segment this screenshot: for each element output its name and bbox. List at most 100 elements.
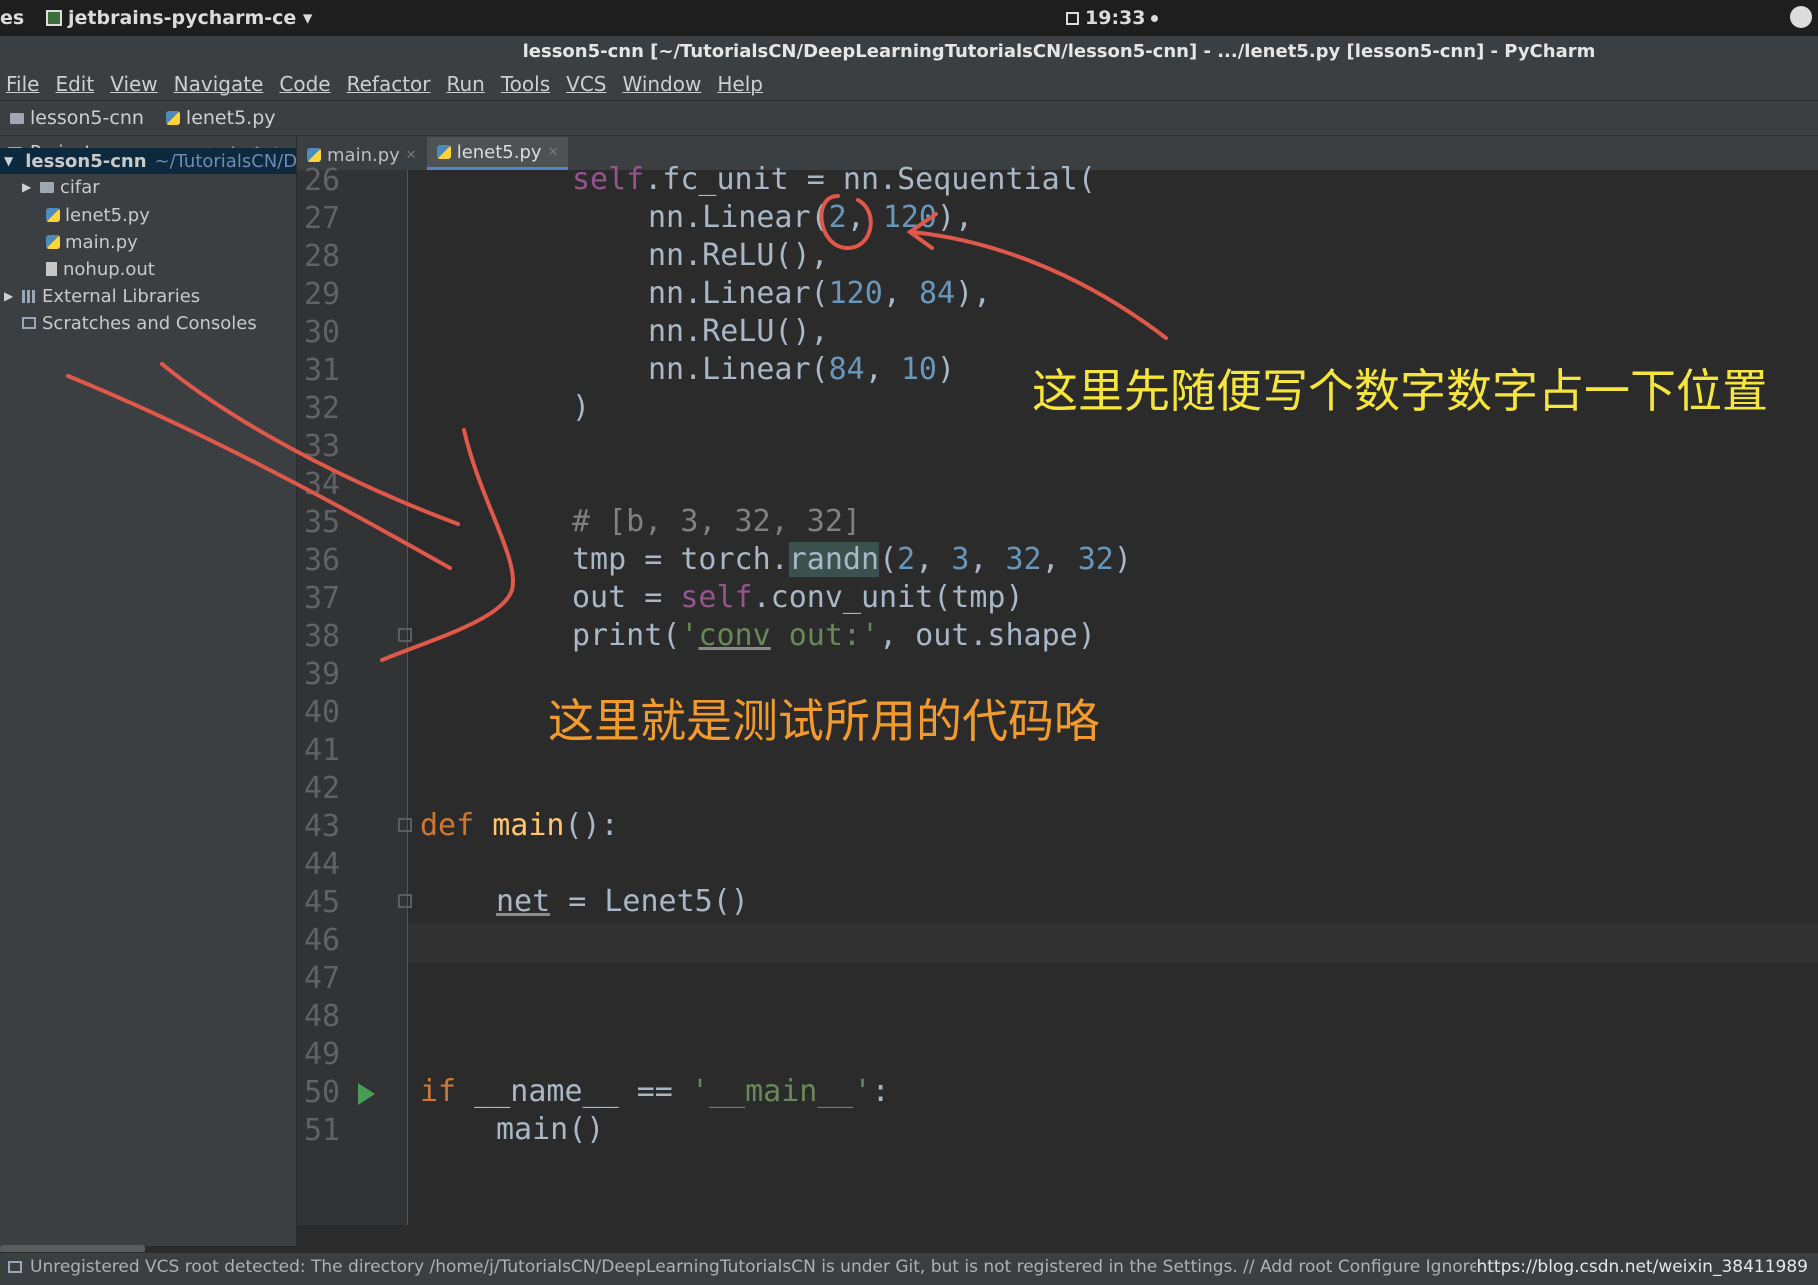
line-number: 42 [304,771,341,806]
fold-marker-icon[interactable] [398,628,412,642]
code-line-29: nn.Linear(120, 84), [648,276,992,311]
tree-item-lenet5[interactable]: lenet5.py [46,202,150,228]
code-line-32: ) [572,390,591,425]
python-file-icon [307,148,321,162]
window-title: lesson5-cnn [~/TutorialsCN/DeepLearningT… [0,36,1818,68]
folder-icon [40,181,54,193]
line-number: 50 [304,1075,341,1110]
event-log-icon[interactable] [8,1261,22,1273]
menu-bar: File Edit View Navigate Code Refactor Ru… [0,68,1818,101]
close-icon[interactable]: ✕ [406,148,417,163]
line-number: 44 [304,847,341,882]
tree-item-external-libraries[interactable]: ▶ External Libraries [4,283,200,309]
collapsed-arrow-icon[interactable]: ▶ [4,289,16,303]
status-message[interactable]: Unregistered VCS root detected: The dire… [30,1257,1503,1277]
menu-navigate[interactable]: Navigate [174,72,264,96]
line-number: 34 [304,467,341,502]
line-number: 27 [304,201,341,236]
line-number: 39 [304,657,341,692]
tree-item-root[interactable]: ▼ lesson5-cnn ~/TutorialsCN/D [0,148,298,174]
line-number: 43 [304,809,341,844]
line-number: 48 [304,999,341,1034]
tree-item-scratches[interactable]: Scratches and Consoles [22,310,257,336]
breadcrumb-project[interactable]: lesson5-cnn [10,107,144,129]
tree-item-label: main.py [65,231,138,253]
line-number: 30 [304,315,341,350]
code-line-31: nn.Linear(84, 10) [648,352,956,387]
python-file-icon [436,145,451,159]
tree-item-main[interactable]: main.py [46,229,138,255]
close-icon[interactable]: ✕ [548,145,559,160]
scratches-icon [22,317,36,329]
breadcrumb-project-label: lesson5-cnn [30,107,144,129]
line-number: 36 [304,543,341,578]
menu-window[interactable]: Window [622,72,701,96]
status-bar: Unregistered VCS root detected: The dire… [0,1252,1818,1285]
tree-item-nohup[interactable]: nohup.out [46,256,155,282]
current-line-highlight [408,924,1818,962]
tab-label: lenet5.py [456,141,542,163]
tab-lenet5-py[interactable]: lenet5.py ✕ [426,137,569,170]
folder-icon [10,112,24,124]
tree-root-path: ~/TutorialsCN/D [154,150,298,172]
code-line-37: out = self.conv_unit(tmp) [572,580,1024,615]
line-number: 40 [304,695,341,730]
clock-time: 19:33 [1085,7,1146,29]
fold-marker-icon[interactable] [398,818,412,832]
system-top-bar: es jetbrains-pycharm-ce ▾ 19:33 [0,0,1818,36]
annotation-test-code-note: 这里就是测试所用的代码咯 [548,694,1100,748]
tree-root-name: lesson5-cnn [25,150,147,172]
line-number: 31 [304,353,341,388]
breadcrumb-file[interactable]: lenet5.py [165,107,276,129]
tree-item-label: lenet5.py [65,204,150,226]
calendar-icon [1066,11,1079,25]
fold-marker-icon[interactable] [398,894,412,908]
menu-tools[interactable]: Tools [501,72,550,96]
code-line-45: net = Lenet5() [496,884,749,919]
menu-run[interactable]: Run [447,72,485,96]
code-line-51: main() [496,1112,605,1147]
line-number: 46 [304,923,341,958]
line-number: 33 [304,429,341,464]
menu-edit[interactable]: Edit [55,72,94,96]
library-icon [22,289,36,303]
python-file-icon [46,235,60,249]
watermark: https://blog.csdn.net/weixin_38411989 [1476,1257,1808,1277]
code-line-26: self.fc_unit = nn.Sequential( [572,162,1096,197]
code-line-36: tmp = torch.randn(2, 3, 32, 32) [572,542,1132,577]
expanded-arrow-icon[interactable]: ▼ [4,154,13,168]
line-number: 35 [304,505,341,540]
menu-vcs[interactable]: VCS [566,72,606,96]
menu-file[interactable]: File [6,72,39,96]
tree-item-label: nohup.out [63,258,155,280]
menu-help[interactable]: Help [717,72,763,96]
code-line-30: nn.ReLU(), [648,314,829,349]
line-number: 26 [304,163,341,198]
menu-view[interactable]: View [110,72,157,96]
collapsed-arrow-icon[interactable]: ▶ [22,180,34,194]
line-number: 32 [304,391,341,426]
line-number: 37 [304,581,341,616]
tree-item-cifar[interactable]: ▶ cifar [22,174,100,200]
line-number: 38 [304,619,341,654]
clock[interactable]: 19:33 [1066,7,1159,29]
notification-dot-icon [1151,14,1159,22]
tree-item-label: Scratches and Consoles [42,312,257,334]
code-line-28: nn.ReLU(), [648,238,829,273]
app-menu[interactable]: jetbrains-pycharm-ce ▾ [46,7,312,29]
workspace-label[interactable]: es [0,7,24,29]
line-number: 29 [304,277,341,312]
code-line-35: # [b, 3, 32, 32] [572,504,861,539]
code-line-27: nn.Linear(2, 120), [648,200,974,235]
menu-code[interactable]: Code [279,72,330,96]
tree-item-label: External Libraries [42,285,201,307]
code-line-43: def main(): [420,808,619,843]
menu-refactor[interactable]: Refactor [347,72,431,96]
breadcrumb-file-label: lenet5.py [185,107,276,129]
text-file-icon [46,262,57,276]
power-icon[interactable] [1790,6,1812,28]
breadcrumb: lesson5-cnn lenet5.py [0,101,1818,136]
line-number: 45 [304,885,341,920]
tree-item-label: cifar [60,176,100,198]
run-icon[interactable] [358,1083,375,1105]
